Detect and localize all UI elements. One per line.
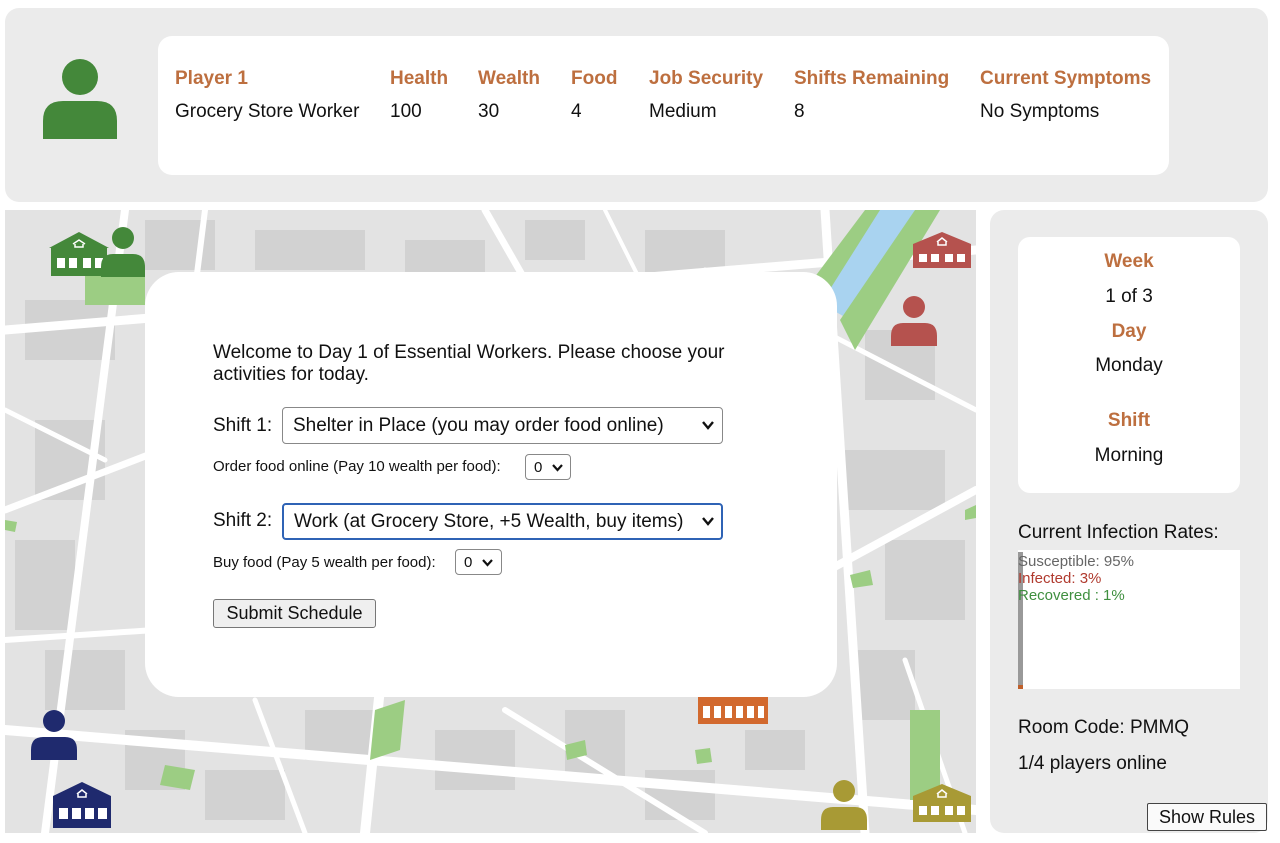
infected-bar-segment (1018, 685, 1023, 689)
game-status-panel: Week 1 of 3 Day Monday Shift Morning Cur… (990, 210, 1268, 833)
stat-shifts-remaining: Shifts Remaining 8 (794, 68, 949, 123)
shift-label: Shift (1107, 410, 1151, 431)
olive-player-marker-icon (821, 780, 867, 830)
stat-label: Health (390, 68, 449, 89)
infection-rates-chart: Susceptible: 95% Infected: 3% Recovered … (1018, 550, 1240, 689)
green-house-icon (49, 232, 109, 276)
stat-label: Food (571, 68, 618, 89)
shift1-select[interactable]: Shelter in Place (you may order food onl… (282, 407, 723, 444)
navy-house-icon (53, 782, 111, 828)
show-rules-button[interactable]: Show Rules (1147, 803, 1267, 831)
stat-health: Health 100 (390, 68, 448, 123)
time-card: Week 1 of 3 Day Monday Shift Morning (1018, 237, 1240, 493)
red-player-marker-icon (891, 296, 937, 346)
player-name: Player 1 (175, 68, 248, 89)
stat-label: Current Symptoms (980, 68, 1152, 89)
stat-value: 30 (478, 101, 500, 122)
navy-player-marker-icon (31, 710, 77, 760)
recovered-rate: Recovered : 1% (1018, 587, 1125, 604)
day-value: Monday (1095, 355, 1163, 376)
olive-house-icon (913, 784, 971, 822)
stat-wealth: Wealth 30 (478, 68, 540, 123)
stat-label: Wealth (478, 68, 540, 89)
day-label: Day (1111, 321, 1147, 342)
player-name-column: Player 1 Grocery Store Worker (175, 68, 359, 123)
stat-value: 4 (571, 101, 582, 122)
buy-food-quantity-select[interactable]: 0 (455, 549, 502, 575)
stat-label: Job Security (649, 68, 764, 89)
player-role: Grocery Store Worker (175, 101, 360, 122)
week-label: Week (1104, 251, 1154, 272)
stat-job-security: Job Security Medium (649, 68, 763, 123)
welcome-message: Welcome to Day 1 of Essential Workers. P… (213, 342, 725, 385)
shift1-label: Shift 1: (213, 415, 273, 436)
stat-label: Shifts Remaining (794, 68, 950, 89)
red-house-icon (913, 232, 971, 268)
week-value: 1 of 3 (1105, 286, 1153, 307)
stat-value: 8 (794, 101, 805, 122)
infected-rate: Infected: 3% (1018, 570, 1102, 587)
order-food-label: Order food online (Pay 10 wealth per foo… (213, 458, 501, 475)
stat-value: No Symptoms (980, 101, 1100, 122)
player-avatar-icon (43, 59, 117, 139)
player-stats-card: Player 1 Grocery Store Worker Health 100… (158, 36, 1169, 175)
stat-value: Medium (649, 101, 717, 122)
infection-rates-title: Current Infection Rates: (1018, 522, 1219, 543)
schedule-dialog: Welcome to Day 1 of Essential Workers. P… (145, 272, 837, 697)
shift2-select[interactable]: Work (at Grocery Store, +5 Wealth, buy i… (282, 503, 723, 540)
buy-food-label: Buy food (Pay 5 wealth per food): (213, 554, 436, 571)
players-online: 1/4 players online (1018, 753, 1167, 774)
green-player-marker-icon (101, 227, 145, 277)
shift-value: Morning (1094, 445, 1164, 466)
grocery-store-icon (698, 696, 768, 724)
stat-current-symptoms: Current Symptoms No Symptoms (980, 68, 1151, 123)
room-code: Room Code: PMMQ (1018, 717, 1190, 738)
shift2-label: Shift 2: (213, 510, 273, 531)
order-food-quantity-select[interactable]: 0 (525, 454, 571, 480)
stat-value: 100 (390, 101, 422, 122)
stat-food: Food 4 (571, 68, 617, 123)
susceptible-rate: Susceptible: 95% (1018, 553, 1134, 570)
submit-schedule-button[interactable]: Submit Schedule (213, 599, 376, 628)
